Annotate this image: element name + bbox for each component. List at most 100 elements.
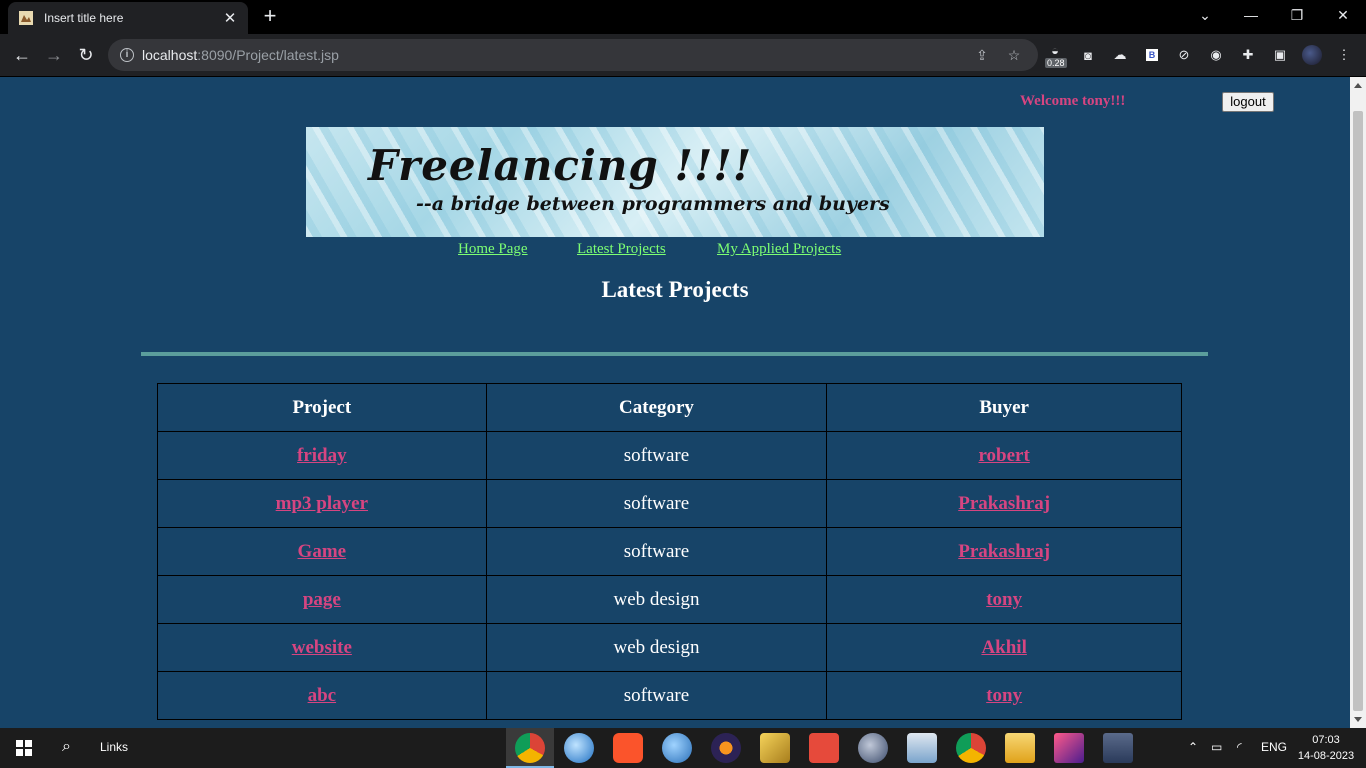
system-clock[interactable]: 07:03 14-08-2023 xyxy=(1296,732,1356,764)
profile-avatar-icon[interactable] xyxy=(1302,45,1322,65)
extension-gauge-icon[interactable]: ◒ xyxy=(1045,40,1065,60)
buyer-link[interactable]: robert xyxy=(978,445,1029,466)
table-row: Game software Prakashraj xyxy=(157,527,1182,576)
page-title: Latest Projects xyxy=(601,277,749,302)
table-row: abc software tony xyxy=(157,671,1182,720)
browser-toolbar: ← → ↻ i localhost:8090/Project/latest.js… xyxy=(0,34,1366,76)
extension-glasses-icon[interactable]: ◙ xyxy=(1078,45,1098,65)
extension-cloud-icon[interactable]: ☁ xyxy=(1110,45,1130,65)
banner-subtitle: --a bridge between programmers and buyer… xyxy=(416,193,890,215)
side-panel-icon[interactable]: ▣ xyxy=(1270,45,1290,65)
buyer-link[interactable]: Prakashraj xyxy=(958,493,1050,514)
chrome-taskbar-icon[interactable] xyxy=(515,733,545,763)
vertical-scrollbar[interactable] xyxy=(1350,77,1366,728)
category-cell: software xyxy=(485,479,828,528)
file-tool-taskbar-icon[interactable] xyxy=(760,733,790,763)
category-cell: software xyxy=(485,671,828,720)
buyer-link[interactable]: Akhil xyxy=(981,637,1026,658)
tray-chevron-icon[interactable]: ⌃ xyxy=(1188,740,1198,754)
project-link[interactable]: mp3 player xyxy=(276,493,368,514)
windows-start-icon[interactable] xyxy=(16,740,32,756)
brave-taskbar-icon[interactable] xyxy=(613,733,643,763)
back-icon[interactable]: ← xyxy=(10,43,34,67)
extension-compass-icon[interactable]: ⊘ xyxy=(1174,45,1194,65)
project-link[interactable]: abc xyxy=(308,685,337,706)
battery-icon[interactable]: ▭ xyxy=(1211,740,1222,754)
header-project: Project xyxy=(157,383,487,432)
table-row: page web design tony xyxy=(157,575,1182,624)
project-cell: website xyxy=(157,623,487,672)
project-link[interactable]: friday xyxy=(297,445,347,466)
bookmark-star-icon[interactable]: ☆ xyxy=(1006,47,1022,63)
browser-globe-taskbar-icon[interactable] xyxy=(564,733,594,763)
tab-strip: Insert title here ✕ + ⌄ — ❐ ✕ xyxy=(0,0,1366,34)
wifi-icon[interactable]: ◜ xyxy=(1237,740,1242,754)
buyer-link[interactable]: Prakashraj xyxy=(958,541,1050,562)
nav-link-latest-projects[interactable]: Latest Projects xyxy=(577,241,666,258)
scroll-up-icon[interactable] xyxy=(1354,83,1362,88)
search-icon[interactable]: ⌕ xyxy=(62,738,71,756)
tab-close-icon[interactable]: ✕ xyxy=(222,9,238,27)
web-page: Welcome tony!!! logout Freelancing !!!! … xyxy=(0,77,1350,728)
address-bar[interactable]: i localhost:8090/Project/latest.jsp ⇪ ☆ xyxy=(108,39,1038,71)
site-info-icon[interactable]: i xyxy=(120,48,134,62)
buyer-cell: tony xyxy=(826,575,1182,624)
scroll-down-icon[interactable] xyxy=(1354,717,1362,722)
terminal-taskbar-icon[interactable] xyxy=(1103,733,1133,763)
project-cell: Game xyxy=(157,527,487,576)
header-category: Category xyxy=(485,383,828,432)
media-player-taskbar-icon[interactable] xyxy=(907,733,937,763)
browser-tab[interactable]: Insert title here ✕ xyxy=(8,2,248,34)
file-explorer-taskbar-icon[interactable] xyxy=(1005,733,1035,763)
nav-link-my-applied-projects[interactable]: My Applied Projects xyxy=(717,241,841,258)
restore-icon[interactable]: ❐ xyxy=(1274,0,1320,30)
minimize-icon[interactable]: — xyxy=(1228,0,1274,30)
tab-title: Insert title here xyxy=(44,11,124,25)
category-cell: web design xyxy=(485,623,828,672)
buyer-cell: Akhil xyxy=(826,623,1182,672)
nav-link-home[interactable]: Home Page xyxy=(458,241,528,258)
project-link[interactable]: page xyxy=(303,589,341,610)
eclipse-taskbar-icon[interactable] xyxy=(711,733,741,763)
game-taskbar-icon[interactable] xyxy=(1054,733,1084,763)
project-cell: page xyxy=(157,575,487,624)
menu-kebab-icon[interactable]: ⋮ xyxy=(1334,45,1354,65)
links-toolbar[interactable]: Links xyxy=(100,740,128,754)
table-row: friday software robert xyxy=(157,431,1182,480)
windows-taskbar: ⌕ Links ⌃ ▭ ◜ ENG 07:03 14-08-2023 xyxy=(0,728,1366,768)
clock-date: 14-08-2023 xyxy=(1297,750,1355,762)
extensions-puzzle-icon[interactable]: ✚ xyxy=(1238,45,1258,65)
project-cell: friday xyxy=(157,431,487,480)
language-indicator[interactable]: ENG xyxy=(1261,740,1287,754)
extension-badge: 0.28 xyxy=(1045,58,1067,68)
internet-explorer-taskbar-icon[interactable] xyxy=(662,733,692,763)
share-icon[interactable]: ⇪ xyxy=(974,47,990,63)
project-cell: mp3 player xyxy=(157,479,487,528)
buyer-link[interactable]: tony xyxy=(986,589,1022,610)
category-cell: web design xyxy=(485,575,828,624)
header-buyer: Buyer xyxy=(826,383,1182,432)
project-link[interactable]: website xyxy=(292,637,352,658)
table-row: website web design Akhil xyxy=(157,623,1182,672)
extension-circle-icon[interactable]: ◉ xyxy=(1206,45,1226,65)
url-path: :8090/Project/latest.jsp xyxy=(197,47,339,63)
new-tab-icon[interactable]: + xyxy=(258,5,282,29)
url-host: localhost xyxy=(142,47,198,63)
reload-icon[interactable]: ↻ xyxy=(74,43,98,67)
banner-title: Freelancing !!!! xyxy=(368,141,753,190)
close-window-icon[interactable]: ✕ xyxy=(1320,0,1366,30)
scroll-thumb[interactable] xyxy=(1353,111,1363,711)
tab-search-chevron-icon[interactable]: ⌄ xyxy=(1182,0,1228,30)
extension-b-icon[interactable]: B xyxy=(1142,45,1162,65)
git-taskbar-icon[interactable] xyxy=(809,733,839,763)
logout-button[interactable]: logout xyxy=(1222,92,1274,112)
projects-table: Project Category Buyer friday software r… xyxy=(157,383,1182,720)
project-cell: abc xyxy=(157,671,487,720)
buyer-link[interactable]: tony xyxy=(986,685,1022,706)
settings-gear-taskbar-icon[interactable] xyxy=(858,733,888,763)
forward-icon[interactable]: → xyxy=(42,43,66,67)
buyer-cell: Prakashraj xyxy=(826,479,1182,528)
chrome-profile-taskbar-icon[interactable] xyxy=(956,733,986,763)
project-link[interactable]: Game xyxy=(298,541,347,562)
category-cell: software xyxy=(485,431,828,480)
